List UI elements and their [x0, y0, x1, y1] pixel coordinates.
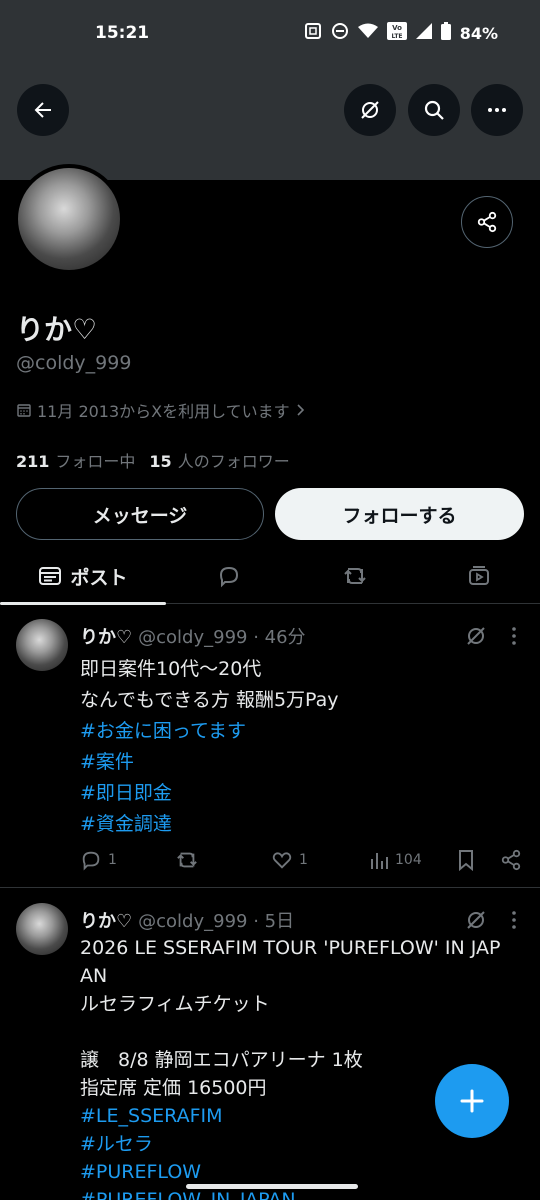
post-text-line — [80, 1018, 530, 1046]
status-icons: Vo LTE 84% — [304, 22, 498, 44]
status-time: 15:21 — [95, 23, 150, 43]
followers-count: 15 — [149, 452, 172, 471]
grok-icon — [361, 101, 379, 119]
more-button[interactable] — [471, 84, 523, 136]
posts-tab-icon — [39, 567, 62, 585]
calendar-icon — [17, 404, 31, 417]
repost-tab-icon — [344, 568, 366, 584]
post-text-line: 即日案件10代〜20代 — [80, 658, 262, 680]
joined-date[interactable]: 11月 2013からXを利用しています — [17, 398, 306, 422]
following-label: フォロー中 — [55, 452, 136, 471]
bookmark-button[interactable] — [457, 849, 475, 871]
tab-replies[interactable] — [166, 548, 292, 604]
reply-tab-icon — [219, 566, 239, 588]
tab-posts-label: ポスト — [70, 566, 128, 589]
joined-text: 11月 2013からXを利用しています — [37, 402, 290, 421]
post-avatar[interactable] — [16, 619, 68, 671]
chevron-right-icon — [297, 404, 304, 416]
svg-text:LTE: LTE — [391, 33, 402, 40]
post-meta: @coldy_999 · 5日 — [138, 911, 295, 932]
back-button[interactable] — [17, 84, 69, 136]
gesture-nav-bar[interactable] — [186, 1184, 358, 1189]
followers-link[interactable]: 15 人のフォロワー — [149, 448, 289, 472]
grok-button[interactable] — [344, 84, 396, 136]
follow-stats: 211 フォロー中 15 人のフォロワー — [16, 448, 290, 472]
reply-count: 1 — [108, 852, 117, 868]
post-actions: 1 1 104 — [80, 849, 530, 873]
hashtag-link[interactable]: #即日即金 — [80, 778, 530, 809]
post-author-name[interactable]: りか♡ — [80, 907, 132, 933]
battery-percent: 84% — [459, 23, 498, 43]
plus-icon — [460, 1089, 484, 1113]
post-author-name[interactable]: りか♡ — [80, 623, 132, 649]
hashtag-link[interactable]: #お金に困ってます — [80, 716, 530, 747]
dnd-icon — [331, 22, 349, 44]
tab-media[interactable] — [418, 548, 540, 604]
post-text-line: なんでもできる方 報酬5万Pay — [80, 689, 339, 711]
message-button[interactable]: メッセージ — [16, 488, 264, 540]
heart-icon — [272, 852, 292, 869]
profile-display-name: りか♡ — [16, 313, 98, 346]
hashtag-link[interactable]: #PUREFLOW — [80, 1158, 530, 1186]
post-avatar[interactable] — [16, 903, 68, 955]
post-body: 即日案件10代〜20代 なんでもできる方 報酬5万Pay #お金に困ってます #… — [80, 654, 530, 840]
battery-icon — [440, 22, 451, 44]
post-item[interactable]: りか♡ @coldy_999 · 5日 2026 LE SSERAFIM TOU… — [0, 889, 540, 1200]
arrow-left-icon — [34, 102, 51, 118]
svg-text:Vo: Vo — [392, 24, 402, 32]
status-bar: 15:21 Vo LTE 84% — [0, 0, 540, 70]
like-button[interactable]: 1 — [271, 849, 308, 871]
post-header: りか♡ @coldy_999 · 46分 — [80, 623, 306, 649]
tab-reposts[interactable] — [292, 548, 418, 604]
post-item[interactable]: りか♡ @coldy_999 · 46分 即日案件10代〜20代 なんでもできる… — [0, 605, 540, 888]
post-text-line: ルセラフィムチケット — [80, 993, 270, 1015]
post-text-line: AN — [80, 965, 108, 987]
grok-icon[interactable] — [464, 624, 488, 648]
nfc-icon — [304, 22, 322, 44]
share-icon — [477, 211, 497, 233]
profile-avatar[interactable] — [14, 164, 124, 274]
post-header: りか♡ @coldy_999 · 5日 — [80, 907, 294, 933]
volte-icon: Vo LTE — [386, 22, 407, 44]
followers-label: 人のフォロワー — [177, 452, 290, 471]
repost-icon — [177, 852, 197, 868]
profile-handle: @coldy_999 — [16, 352, 132, 374]
signal-icon — [415, 23, 432, 43]
hashtag-link[interactable]: #案件 — [80, 747, 530, 778]
post-meta: @coldy_999 · 46分 — [138, 627, 306, 648]
follow-button[interactable]: フォローする — [275, 488, 524, 540]
reply-icon — [82, 851, 100, 871]
profile-tabs: ポスト — [0, 548, 540, 605]
wifi-icon — [357, 23, 378, 43]
repost-button[interactable] — [175, 849, 205, 871]
reply-button[interactable]: 1 — [80, 849, 117, 871]
views-button[interactable]: 104 — [369, 849, 422, 871]
bookmark-icon — [459, 850, 473, 871]
share-icon — [501, 849, 521, 871]
post-more-icon[interactable] — [504, 909, 524, 931]
share-post-button[interactable] — [500, 849, 522, 871]
following-link[interactable]: 211 フォロー中 — [16, 448, 135, 472]
media-tab-icon — [469, 566, 489, 585]
profile-banner — [0, 70, 540, 180]
search-button[interactable] — [408, 84, 460, 136]
like-count: 1 — [299, 852, 308, 868]
more-horizontal-icon — [488, 108, 506, 112]
search-icon — [424, 100, 444, 120]
post-text-line: 2026 LE SSERAFIM TOUR 'PUREFLOW' IN JAP — [80, 937, 501, 959]
tab-posts[interactable]: ポスト — [0, 548, 166, 605]
views-count: 104 — [395, 852, 422, 868]
grok-icon[interactable] — [464, 908, 488, 932]
compose-post-button[interactable] — [435, 1064, 509, 1138]
views-icon — [371, 853, 388, 869]
avatar-image — [18, 168, 120, 270]
post-more-icon[interactable] — [504, 625, 524, 647]
following-count: 211 — [16, 452, 50, 471]
share-profile-button[interactable] — [461, 196, 513, 248]
hashtag-link[interactable]: #資金調達 — [80, 809, 530, 840]
